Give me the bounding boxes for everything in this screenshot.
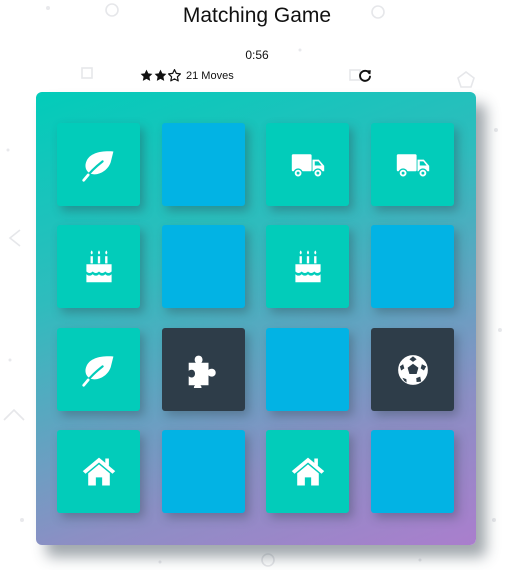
card-closed[interactable] bbox=[266, 328, 349, 411]
star-empty-icon bbox=[168, 69, 181, 82]
card-match[interactable] bbox=[57, 328, 140, 411]
card-match[interactable] bbox=[57, 430, 140, 513]
card-match[interactable] bbox=[57, 123, 140, 206]
card-closed[interactable] bbox=[162, 225, 245, 308]
truck-icon bbox=[291, 153, 324, 178]
star-filled-icon bbox=[154, 69, 167, 81]
soccer-ball-icon bbox=[397, 354, 428, 385]
card-open[interactable] bbox=[162, 328, 245, 411]
score-panel: 21 Moves bbox=[140, 69, 372, 85]
home-icon bbox=[291, 457, 324, 485]
card-match[interactable] bbox=[266, 225, 349, 308]
timer: 0:56 bbox=[245, 48, 269, 62]
restart-icon[interactable] bbox=[358, 69, 372, 83]
moves-counter: 21 Moves bbox=[186, 70, 234, 82]
card-closed[interactable] bbox=[162, 430, 245, 513]
card-closed[interactable] bbox=[162, 123, 245, 206]
card-open[interactable] bbox=[371, 328, 454, 411]
puzzle-piece-icon bbox=[188, 355, 216, 388]
card-closed[interactable] bbox=[371, 430, 454, 513]
leaf-icon bbox=[81, 150, 113, 182]
leaf-icon bbox=[81, 355, 113, 387]
card-match[interactable] bbox=[266, 123, 349, 206]
card-match[interactable] bbox=[266, 430, 349, 513]
birthday-cake-icon bbox=[85, 249, 112, 282]
card-match[interactable] bbox=[371, 123, 454, 206]
truck-icon bbox=[396, 153, 429, 178]
star-rating bbox=[140, 69, 181, 82]
card-closed[interactable] bbox=[371, 225, 454, 308]
star-filled-icon bbox=[140, 69, 153, 81]
card-deck bbox=[36, 92, 476, 545]
card-match[interactable] bbox=[57, 225, 140, 308]
page-title: Matching Game bbox=[182, 4, 332, 27]
home-icon bbox=[82, 457, 115, 485]
birthday-cake-icon bbox=[294, 249, 321, 282]
